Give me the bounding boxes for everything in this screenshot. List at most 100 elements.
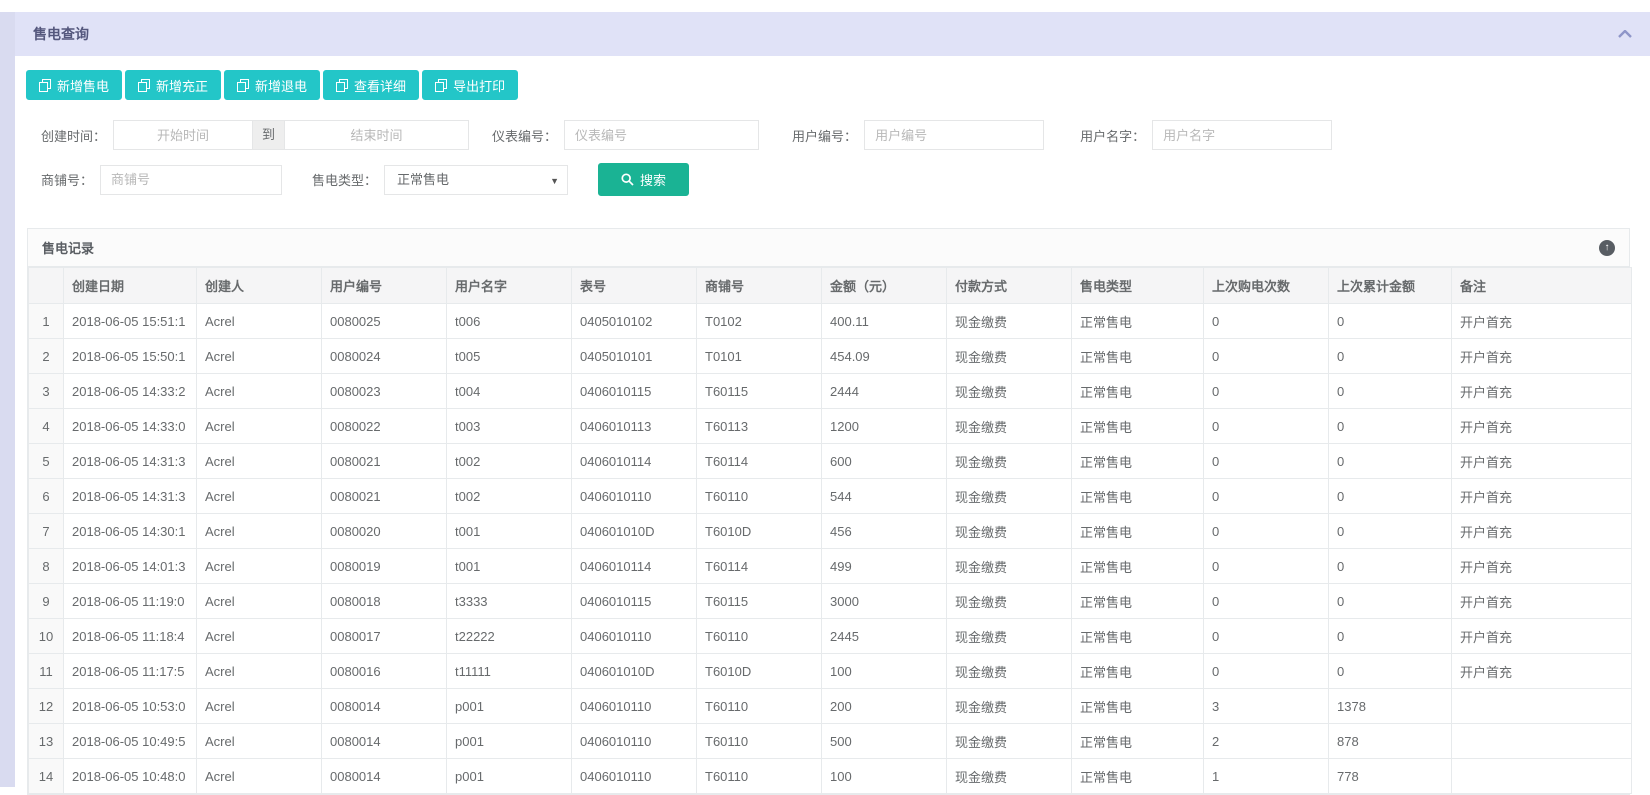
table-cell: 2018-06-05 11:17:5 (64, 654, 197, 689)
filter-row-1: 创建时间： 到 仪表编号： 用户编号： 用户名字： (15, 120, 1650, 150)
table-cell: Acrel (197, 619, 322, 654)
table-cell: 0 (1329, 444, 1452, 479)
add-sale-button[interactable]: 新增售电 (26, 70, 122, 100)
table-cell: T6010D (697, 514, 822, 549)
table-cell: 0080017 (322, 619, 447, 654)
table-cell: 0406010110 (572, 759, 697, 794)
column-header: 创建人 (197, 268, 322, 304)
table-cell: 现金缴费 (947, 654, 1072, 689)
search-button[interactable]: 搜索 (598, 163, 689, 196)
table-cell: 开户首充 (1452, 339, 1632, 374)
table-row[interactable]: 42018-06-05 14:33:0Acrel0080022t00304060… (29, 409, 1632, 444)
table-cell: 0405010102 (572, 304, 697, 339)
table-row[interactable]: 22018-06-05 15:50:1Acrel0080024t00504050… (29, 339, 1632, 374)
sale-type-select[interactable]: 正常售电 ▼ (384, 165, 568, 195)
table-cell: 454.09 (822, 339, 947, 374)
table-cell: 开户首充 (1452, 654, 1632, 689)
table-row[interactable]: 112018-06-05 11:17:5Acrel0080016t1111104… (29, 654, 1632, 689)
column-header: 表号 (572, 268, 697, 304)
table-cell: 0405010101 (572, 339, 697, 374)
user-no-input[interactable] (864, 120, 1044, 150)
table-cell: 0406010113 (572, 409, 697, 444)
add-refund-button[interactable]: 新增退电 (224, 70, 320, 100)
table-row[interactable]: 122018-06-05 10:53:0Acrel0080014p0010406… (29, 689, 1632, 724)
table-cell: p001 (447, 724, 572, 759)
table-cell: 正常售电 (1072, 759, 1204, 794)
table-cell: t006 (447, 304, 572, 339)
file-copy-icon (336, 79, 348, 92)
table-cell: T60110 (697, 619, 822, 654)
sale-type-selected-value: 正常售电 (397, 172, 449, 187)
table-cell: 2 (1204, 724, 1329, 759)
create-time-label: 创建时间： (41, 126, 106, 145)
table-row[interactable]: 142018-06-05 10:48:0Acrel0080014p0010406… (29, 759, 1632, 794)
table-cell: 0406010115 (572, 374, 697, 409)
table-cell: 0080019 (322, 549, 447, 584)
table-cell: 开户首充 (1452, 479, 1632, 514)
table-cell: 0 (1204, 654, 1329, 689)
shop-no-input[interactable] (100, 165, 282, 195)
table-cell: 正常售电 (1072, 514, 1204, 549)
table-cell: 400.11 (822, 304, 947, 339)
table-cell: Acrel (197, 759, 322, 794)
table-cell: 开户首充 (1452, 444, 1632, 479)
file-copy-icon (39, 79, 51, 92)
start-time-input[interactable] (113, 120, 253, 150)
table-cell: t002 (447, 479, 572, 514)
table-cell: 开户首充 (1452, 304, 1632, 339)
table-cell: 0080021 (322, 479, 447, 514)
table-cell: 0080024 (322, 339, 447, 374)
row-number-cell: 12 (29, 689, 64, 724)
table-row[interactable]: 132018-06-05 10:49:5Acrel0080014p0010406… (29, 724, 1632, 759)
table-cell: T60110 (697, 759, 822, 794)
row-number-cell: 7 (29, 514, 64, 549)
table-cell: 0 (1204, 549, 1329, 584)
table-row[interactable]: 62018-06-05 14:31:3Acrel0080021t00204060… (29, 479, 1632, 514)
table-cell: 正常售电 (1072, 304, 1204, 339)
table-cell: 开户首充 (1452, 619, 1632, 654)
row-number-cell: 5 (29, 444, 64, 479)
table-cell: 2018-06-05 14:30:1 (64, 514, 197, 549)
table-cell: T0101 (697, 339, 822, 374)
row-number-cell: 2 (29, 339, 64, 374)
export-print-button[interactable]: 导出打印 (422, 70, 518, 100)
table-row[interactable]: 52018-06-05 14:31:3Acrel0080021t00204060… (29, 444, 1632, 479)
row-number-cell: 6 (29, 479, 64, 514)
table-cell: 正常售电 (1072, 339, 1204, 374)
table-row[interactable]: 82018-06-05 14:01:3Acrel0080019t00104060… (29, 549, 1632, 584)
meter-no-input[interactable] (564, 120, 759, 150)
table-cell: Acrel (197, 514, 322, 549)
table-cell: Acrel (197, 444, 322, 479)
meter-no-filter: 仪表编号： (492, 120, 759, 150)
table-cell: 正常售电 (1072, 479, 1204, 514)
table-cell: 0 (1204, 409, 1329, 444)
toolbar-button-label: 新增退电 (255, 76, 307, 95)
table-row[interactable]: 72018-06-05 14:30:1Acrel0080020t00104060… (29, 514, 1632, 549)
user-name-input[interactable] (1152, 120, 1332, 150)
table-cell: 现金缴费 (947, 304, 1072, 339)
row-number-cell: 3 (29, 374, 64, 409)
collapse-panel-icon[interactable] (1618, 30, 1632, 38)
table-row[interactable]: 92018-06-05 11:19:0Acrel0080018t33330406… (29, 584, 1632, 619)
table-cell: 500 (822, 724, 947, 759)
table-cell: 开户首充 (1452, 549, 1632, 584)
end-time-input[interactable] (284, 120, 469, 150)
table-row[interactable]: 32018-06-05 14:33:2Acrel0080023t00404060… (29, 374, 1632, 409)
table-cell: t3333 (447, 584, 572, 619)
toolbar-button-label: 导出打印 (453, 76, 505, 95)
view-detail-button[interactable]: 查看详细 (323, 70, 419, 100)
table-cell: 0 (1204, 304, 1329, 339)
table-cell: t003 (447, 409, 572, 444)
toolbar-button-label: 查看详细 (354, 76, 406, 95)
table-cell: 0080014 (322, 759, 447, 794)
scroll-top-icon[interactable]: ↑ (1599, 240, 1615, 256)
table-row[interactable]: 102018-06-05 11:18:4Acrel0080017t2222204… (29, 619, 1632, 654)
add-correction-button[interactable]: 新增充正 (125, 70, 221, 100)
table-row[interactable]: 12018-06-05 15:51:1Acrel0080025t00604050… (29, 304, 1632, 339)
table-cell: T60110 (697, 724, 822, 759)
table-cell: 544 (822, 479, 947, 514)
table-cell: 778 (1329, 759, 1452, 794)
table-cell: 0406010114 (572, 549, 697, 584)
table-cell: 2018-06-05 15:51:1 (64, 304, 197, 339)
table-cell: 现金缴费 (947, 444, 1072, 479)
